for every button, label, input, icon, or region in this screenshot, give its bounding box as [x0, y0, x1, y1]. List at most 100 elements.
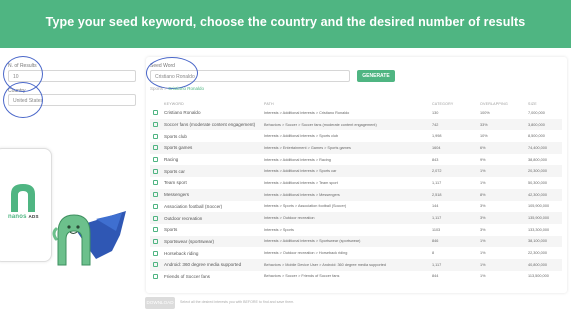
row-checkbox[interactable] [153, 227, 158, 233]
row-select-cell [150, 130, 164, 142]
path-cell: Interests > Additional interests > Sport… [264, 235, 432, 248]
overlapping-cell: 1% [480, 258, 528, 271]
table-header-row: KEYWORD PATH CATEGORY OVERLAPPING SIZE [150, 100, 562, 107]
download-button[interactable]: DOWNLOAD [145, 297, 175, 309]
row-checkbox[interactable] [153, 215, 158, 221]
column-header-path[interactable]: PATH [264, 100, 432, 107]
size-cell: 50,300,000 [528, 180, 548, 185]
table-row[interactable]: Friends of Soccer fans Behaviors > Soccer… [150, 271, 562, 283]
table-row[interactable]: Sportswear (sportswear) Interests > Addit… [150, 235, 562, 248]
row-checkbox[interactable] [153, 192, 158, 198]
size-cell: 3,800,000 [528, 118, 562, 131]
overlapping-cell: 1% [480, 165, 528, 178]
table-row[interactable]: Android: 360 degree media supported Behav… [150, 258, 562, 271]
row-checkbox[interactable] [153, 122, 158, 128]
breadcrumb-current: Cristiano Ronaldo [168, 86, 204, 91]
overlapping-cell: 1% [480, 180, 486, 185]
row-checkbox[interactable] [153, 203, 158, 209]
overlapping-cell: 8% [480, 188, 528, 201]
column-header-size[interactable]: SIZE [528, 100, 562, 107]
row-select-cell [150, 177, 164, 189]
header-banner: Type your seed keyword, choose the count… [0, 0, 571, 48]
row-checkbox[interactable] [153, 157, 158, 163]
category-cell: 130 [432, 110, 439, 115]
overlapping-cell: 9% [480, 157, 486, 162]
category-cell: 1,117 [432, 212, 480, 224]
keyword-cell: Android: 360 degree media supported [164, 258, 264, 271]
column-header-category[interactable]: CATEGORY [432, 100, 480, 107]
path-cell: Interests > Additional interests > Racin… [264, 157, 331, 162]
row-checkbox[interactable] [153, 273, 158, 279]
highlight-circle [146, 57, 198, 89]
row-checkbox[interactable] [153, 133, 158, 139]
path-cell: Interests > Additional interests > Messe… [264, 188, 432, 201]
size-cell: 8,500,000 [528, 134, 545, 139]
category-cell: 8 [432, 251, 435, 256]
column-header-overlapping[interactable]: OVERLAPPING [480, 100, 528, 107]
table-row[interactable]: Racing Interests > Additional interests >… [150, 154, 562, 166]
highlight-circle [3, 82, 43, 118]
table-row[interactable]: Horseback riding Interests > Outdoor recr… [150, 247, 562, 259]
table-row[interactable]: Sports games Interests > Entertainment > … [150, 142, 562, 154]
category-cell: 1,117 [432, 180, 442, 185]
size-cell: 74,400,000 [528, 142, 562, 154]
keyword-cell: Sportswear (sportswear) [164, 235, 264, 248]
row-select-cell [150, 118, 164, 131]
table-row[interactable]: Team sport Interests > Additional interes… [150, 177, 562, 189]
overlapping-cell: 10% [480, 134, 488, 139]
row-select-cell [150, 107, 164, 119]
table-row[interactable]: Sports Interests > Sports 1103 3% 133,300,00… [150, 224, 562, 236]
table-row[interactable]: Association football (Soccer) Interests >… [150, 201, 562, 213]
path-cell: Interests > Additional interests > Crist… [264, 110, 350, 115]
mascot-body [57, 214, 91, 266]
nanos-logo-text: nanos ADS [8, 214, 39, 220]
path-cell: Interests > Additional interests > Sport… [264, 134, 339, 139]
table-row[interactable]: Soccer fans (moderate content engagement… [150, 118, 562, 131]
size-cell: 40,800,000 [528, 258, 562, 271]
overlapping-cell: 1% [480, 251, 486, 256]
row-checkbox[interactable] [153, 145, 158, 151]
row-select-cell [150, 271, 164, 283]
table-row[interactable]: Sports club Interests > Additional intere… [150, 130, 562, 142]
row-select-cell [150, 212, 164, 224]
size-cell: 20,300,000 [528, 165, 562, 178]
row-checkbox[interactable] [153, 180, 158, 186]
row-checkbox[interactable] [153, 262, 158, 268]
path-cell: Interests > Sports > Association footbal… [264, 204, 347, 209]
table-row[interactable]: Sports car Interests > Additional interes… [150, 165, 562, 178]
table-row[interactable]: Outdoor recreation Interests > Outdoor re… [150, 212, 562, 224]
row-checkbox[interactable] [153, 250, 158, 256]
path-cell: Behaviors > Soccer > Soccer fans (modera… [264, 118, 432, 131]
size-cell: 7,000,000 [528, 110, 545, 115]
column-header-keyword[interactable]: KEYWORD [164, 100, 264, 107]
path-cell: Interests > Additional interests > Team … [264, 180, 338, 185]
keyword-cell: Racing [164, 157, 179, 163]
column-header-select [150, 100, 164, 107]
overlapping-cell: 3% [480, 204, 486, 209]
overlapping-cell: 6% [480, 142, 528, 154]
table-row[interactable]: Messengers Interests > Additional interes… [150, 188, 562, 201]
path-cell: Interests > Outdoor recreation > Horseba… [264, 251, 348, 256]
table-row[interactable]: Cristiano Ronaldo Interests > Additional … [150, 107, 562, 119]
row-checkbox[interactable] [153, 168, 158, 174]
row-checkbox[interactable] [153, 110, 158, 116]
category-cell: 1,998 [432, 134, 442, 139]
row-select-cell [150, 247, 164, 259]
download-hint: Select all the desired interests you wit… [180, 300, 295, 304]
row-select-cell [150, 224, 164, 236]
generate-button[interactable]: GENERATE [357, 70, 395, 82]
path-cell: Interests > Entertainment > Games > Spor… [264, 142, 432, 154]
keyword-cell: Messengers [164, 188, 264, 201]
row-select-cell [150, 201, 164, 213]
category-cell: 843 [432, 157, 439, 162]
row-checkbox[interactable] [153, 238, 158, 244]
breadcrumb-root[interactable]: Sports [150, 86, 163, 91]
keyword-cell: Friends of Soccer fans [164, 273, 210, 279]
category-cell: 1103 [432, 227, 441, 232]
category-cell: 742 [432, 118, 480, 131]
row-select-cell [150, 154, 164, 166]
category-cell: 846 [432, 235, 480, 248]
category-cell: 2,518 [432, 188, 480, 201]
results-table: KEYWORD PATH CATEGORY OVERLAPPING SIZE C… [150, 100, 562, 282]
row-select-cell [150, 142, 164, 154]
